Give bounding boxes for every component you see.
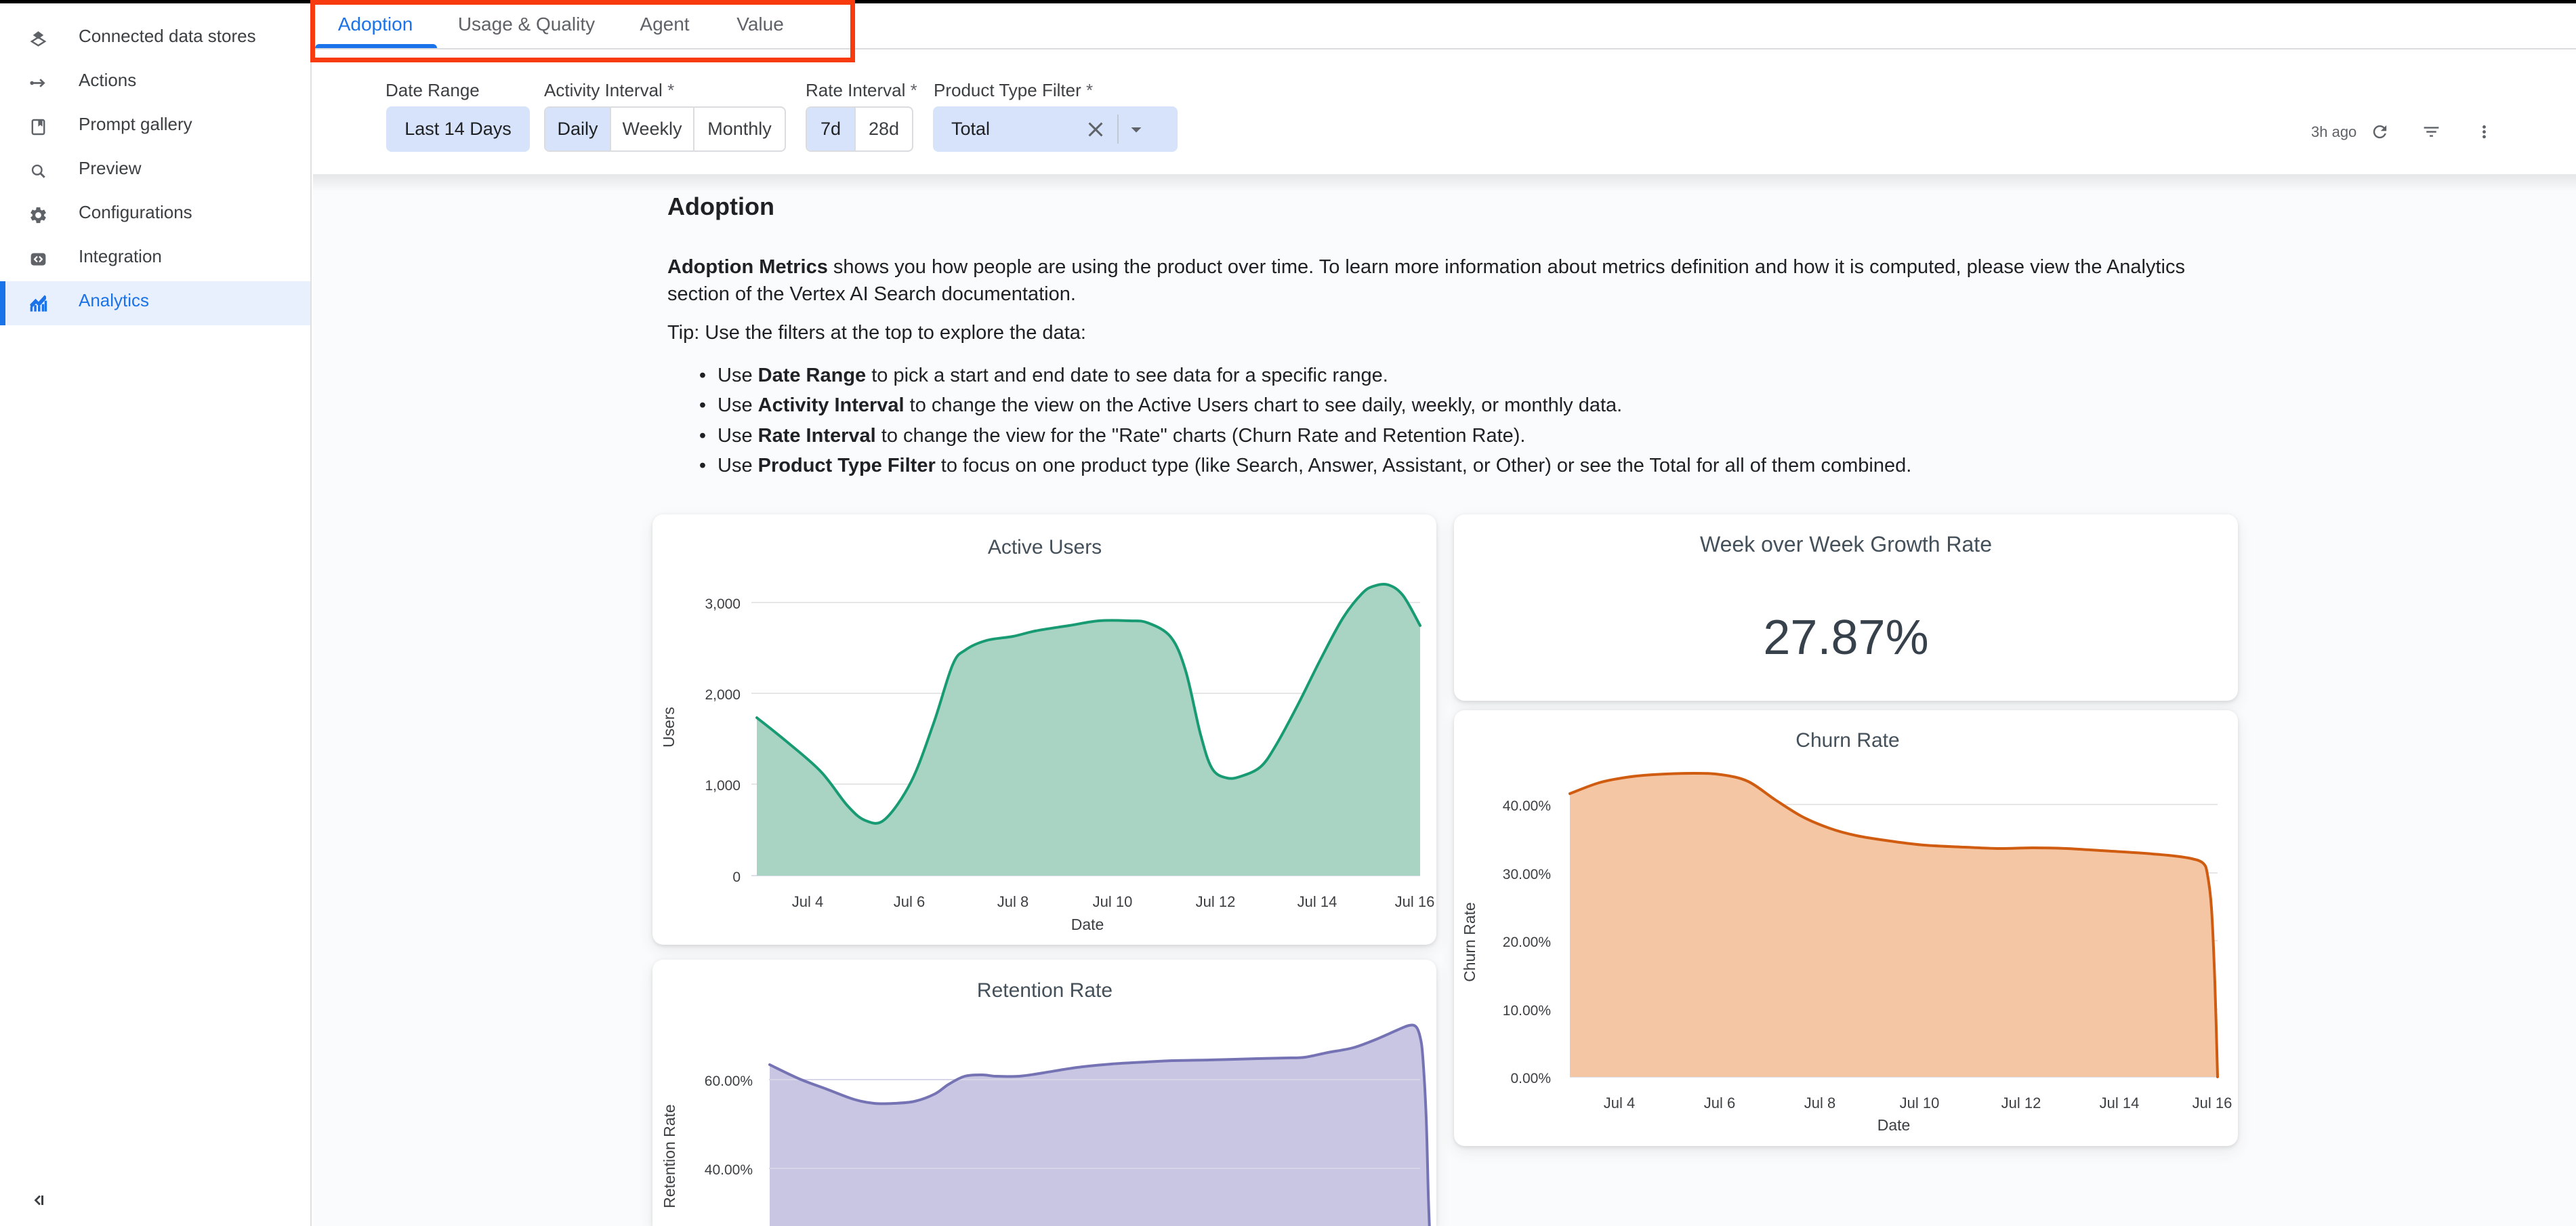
svg-text:Jul 4: Jul 4 (792, 893, 823, 910)
svg-text:Jul 16: Jul 16 (2193, 1095, 2232, 1111)
svg-text:Active Users: Active Users (988, 536, 1102, 558)
svg-text:Jul 6: Jul 6 (894, 893, 925, 910)
svg-text:3,000: 3,000 (705, 596, 741, 612)
svg-text:Date: Date (1877, 1116, 1911, 1134)
svg-text:1,000: 1,000 (705, 778, 741, 794)
svg-text:Jul 4: Jul 4 (1604, 1095, 1635, 1111)
svg-text:Churn Rate: Churn Rate (1795, 729, 1899, 752)
svg-text:Jul 12: Jul 12 (1196, 893, 1236, 910)
svg-text:40.00%: 40.00% (705, 1162, 753, 1178)
svg-text:Retention Rate: Retention Rate (977, 979, 1113, 1002)
svg-text:Jul 10: Jul 10 (1093, 893, 1133, 910)
svg-text:Jul 6: Jul 6 (1704, 1095, 1735, 1111)
svg-text:Date: Date (1071, 916, 1104, 933)
svg-text:20.00%: 20.00% (1503, 935, 1551, 950)
svg-text:Jul 10: Jul 10 (1900, 1095, 1940, 1111)
svg-text:Jul 8: Jul 8 (1804, 1095, 1835, 1111)
svg-text:0: 0 (732, 870, 741, 885)
svg-text:Churn Rate: Churn Rate (1461, 902, 1478, 982)
svg-text:0.00%: 0.00% (1510, 1071, 1551, 1086)
svg-text:30.00%: 30.00% (1503, 867, 1551, 882)
svg-text:Retention Rate: Retention Rate (661, 1104, 678, 1208)
svg-text:2,000: 2,000 (705, 687, 741, 703)
svg-text:Jul 14: Jul 14 (1297, 893, 1337, 910)
svg-text:Jul 8: Jul 8 (997, 893, 1029, 910)
svg-text:Jul 14: Jul 14 (2100, 1095, 2140, 1111)
svg-text:Jul 16: Jul 16 (1395, 893, 1435, 910)
svg-text:Jul 12: Jul 12 (2001, 1095, 2041, 1111)
svg-text:Users: Users (660, 707, 678, 748)
svg-text:40.00%: 40.00% (1503, 798, 1551, 814)
svg-text:10.00%: 10.00% (1503, 1003, 1551, 1019)
svg-text:60.00%: 60.00% (705, 1074, 753, 1089)
